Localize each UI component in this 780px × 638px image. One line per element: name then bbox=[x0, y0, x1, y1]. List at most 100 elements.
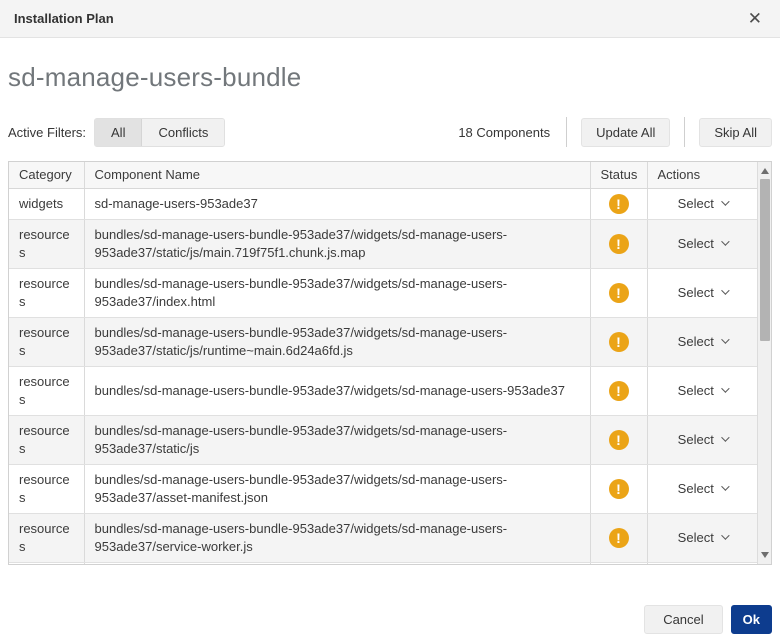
modal-header: Installation Plan ✕ bbox=[0, 0, 780, 38]
status-cell: ! bbox=[590, 268, 648, 318]
chevron-down-icon bbox=[720, 237, 730, 246]
status-cell: ! bbox=[590, 415, 648, 465]
warning-status-icon: ! bbox=[608, 282, 629, 303]
warning-status-icon: ! bbox=[608, 233, 629, 254]
status-cell: ! bbox=[590, 513, 648, 563]
category-cell: resources bbox=[9, 317, 85, 367]
actions-cell: Select bbox=[647, 513, 757, 563]
actions-cell: Select bbox=[647, 219, 757, 269]
toolbar-divider bbox=[566, 117, 568, 147]
warning-status-icon: ! bbox=[608, 193, 629, 214]
component-name-cell: bundles/sd-manage-users-bundle-953ade37/… bbox=[84, 219, 591, 269]
actions-cell: Select bbox=[647, 188, 757, 220]
select-dropdown[interactable]: Select bbox=[678, 432, 730, 447]
chevron-down-icon bbox=[720, 197, 730, 206]
table-scrollbar[interactable] bbox=[757, 162, 771, 564]
select-dropdown[interactable]: Select bbox=[678, 383, 730, 398]
table-row: resources bundles/sd-manage-users-bundle… bbox=[9, 464, 757, 514]
filter-all-button[interactable]: All bbox=[95, 118, 143, 146]
select-dropdown[interactable]: Select bbox=[678, 196, 730, 211]
column-header-status: Status bbox=[590, 162, 648, 189]
chevron-down-icon bbox=[720, 286, 730, 295]
ok-button[interactable]: Ok bbox=[730, 605, 772, 634]
components-table-container: Category Component Name Status Actions w… bbox=[8, 161, 772, 565]
table-row: resources bundles/sd-manage-users-bundle… bbox=[9, 268, 757, 318]
chevron-down-icon bbox=[720, 531, 730, 540]
table-row: resources bundles/sd-manage-users-bundle… bbox=[9, 317, 757, 367]
select-dropdown[interactable]: Select bbox=[678, 334, 730, 349]
table-row: resources bundles/sd-manage-users-bundle… bbox=[9, 366, 757, 416]
component-name-cell: bundles/sd-manage-users-bundle-953ade37/… bbox=[84, 562, 591, 564]
chevron-down-icon bbox=[720, 482, 730, 491]
actions-cell: Select bbox=[647, 366, 757, 416]
toolbar-divider bbox=[684, 117, 686, 147]
table-row: resources bundles/sd-manage-users-bundle… bbox=[9, 513, 757, 563]
skip-all-button[interactable]: Skip All bbox=[699, 117, 772, 147]
modal-footer: Cancel Ok bbox=[0, 605, 780, 634]
component-name-cell: bundles/sd-manage-users-bundle-953ade37/… bbox=[84, 268, 591, 318]
toolbar-right: 18 Components Update All Skip All bbox=[458, 117, 772, 147]
modal-title: Installation Plan bbox=[14, 11, 114, 26]
active-filters: Active Filters: All Conflicts bbox=[8, 117, 226, 147]
warning-status-icon: ! bbox=[608, 478, 629, 499]
select-dropdown[interactable]: Select bbox=[678, 236, 730, 251]
modal-body: sd-manage-users-bundle Active Filters: A… bbox=[0, 62, 780, 565]
column-header-category: Category bbox=[9, 162, 85, 189]
filter-button-group: All Conflicts bbox=[94, 117, 226, 147]
component-name-cell: bundles/sd-manage-users-bundle-953ade37/… bbox=[84, 415, 591, 465]
category-cell: widgets bbox=[9, 188, 85, 220]
chevron-down-icon bbox=[720, 384, 730, 393]
category-cell: resources bbox=[9, 464, 85, 514]
chevron-down-icon bbox=[720, 433, 730, 442]
status-cell: ! bbox=[590, 317, 648, 367]
table-row: resources bundles/sd-manage-users-bundle… bbox=[9, 415, 757, 465]
status-cell: ! bbox=[590, 562, 648, 564]
cancel-button[interactable]: Cancel bbox=[644, 605, 723, 634]
status-cell: ! bbox=[590, 366, 648, 416]
component-name-cell: bundles/sd-manage-users-bundle-953ade37/… bbox=[84, 366, 591, 416]
category-cell: resources bbox=[9, 219, 85, 269]
select-dropdown[interactable]: Select bbox=[678, 481, 730, 496]
update-all-button[interactable]: Update All bbox=[581, 117, 671, 147]
toolbar: Active Filters: All Conflicts 18 Compone… bbox=[8, 117, 772, 147]
bundle-title: sd-manage-users-bundle bbox=[8, 62, 302, 92]
chevron-down-icon bbox=[720, 335, 730, 344]
scroll-down-arrow-icon[interactable] bbox=[758, 548, 771, 562]
select-dropdown[interactable]: Select bbox=[678, 530, 730, 545]
component-name-cell: bundles/sd-manage-users-bundle-953ade37/… bbox=[84, 513, 591, 563]
actions-cell: Select bbox=[647, 415, 757, 465]
status-cell: ! bbox=[590, 464, 648, 514]
components-count: 18 Components bbox=[458, 124, 551, 140]
actions-cell: Select bbox=[647, 464, 757, 514]
table-header-row: Category Component Name Status Actions bbox=[9, 162, 757, 189]
component-name-cell: bundles/sd-manage-users-bundle-953ade37/… bbox=[84, 464, 591, 514]
table-row: resources bundles/sd-manage-users-bundle… bbox=[9, 562, 757, 564]
warning-status-icon: ! bbox=[608, 380, 629, 401]
column-header-name: Component Name bbox=[84, 162, 591, 189]
close-icon[interactable]: ✕ bbox=[744, 8, 766, 29]
filter-conflicts-button[interactable]: Conflicts bbox=[142, 118, 225, 146]
active-filters-label: Active Filters: bbox=[8, 124, 87, 140]
warning-status-icon: ! bbox=[608, 331, 629, 352]
actions-cell: Select bbox=[647, 268, 757, 318]
warning-status-icon: ! bbox=[608, 429, 629, 450]
select-dropdown[interactable]: Select bbox=[678, 285, 730, 300]
table-row: widgets sd-manage-users-953ade37 ! Selec… bbox=[9, 188, 757, 220]
table-row: resources bundles/sd-manage-users-bundle… bbox=[9, 219, 757, 269]
scrollbar-thumb[interactable] bbox=[760, 179, 770, 341]
category-cell: resources bbox=[9, 415, 85, 465]
scroll-up-arrow-icon[interactable] bbox=[758, 164, 771, 178]
category-cell: resources bbox=[9, 513, 85, 563]
installation-plan-modal: Installation Plan ✕ sd-manage-users-bund… bbox=[0, 0, 780, 634]
status-cell: ! bbox=[590, 188, 648, 220]
warning-status-icon: ! bbox=[608, 527, 629, 548]
actions-cell: Select bbox=[647, 317, 757, 367]
status-cell: ! bbox=[590, 219, 648, 269]
actions-cell: Select bbox=[647, 562, 757, 564]
component-name-cell: sd-manage-users-953ade37 bbox=[84, 188, 591, 220]
component-name-cell: bundles/sd-manage-users-bundle-953ade37/… bbox=[84, 317, 591, 367]
column-header-actions: Actions bbox=[647, 162, 757, 189]
category-cell: resources bbox=[9, 562, 85, 564]
category-cell: resources bbox=[9, 366, 85, 416]
components-table: Category Component Name Status Actions w… bbox=[9, 162, 757, 564]
